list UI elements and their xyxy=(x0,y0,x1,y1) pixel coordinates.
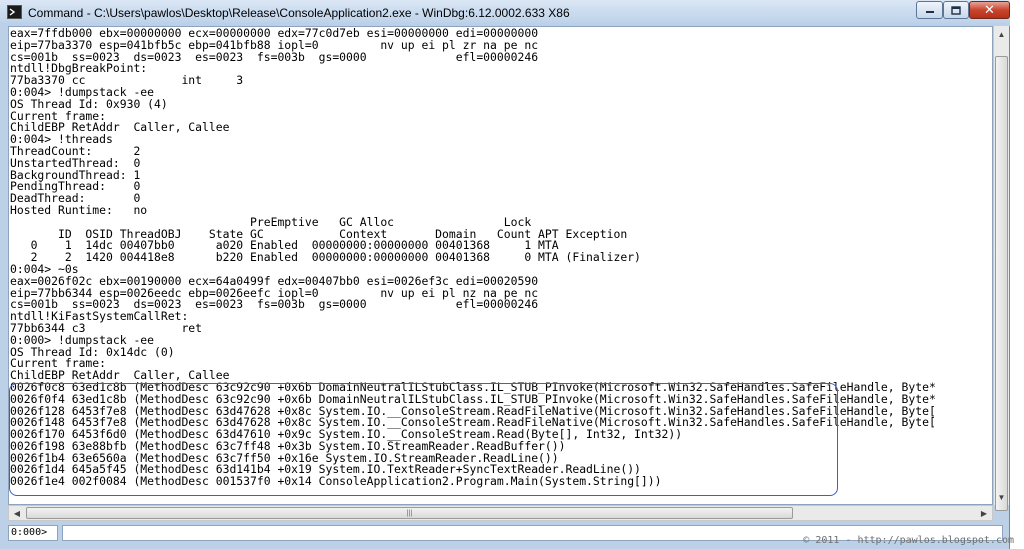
minimize-button[interactable] xyxy=(916,1,943,19)
vertical-scrollbar[interactable]: ▲ ▼ xyxy=(993,26,1009,511)
maximize-icon xyxy=(951,5,961,15)
output-line: 2 2 1420 004418e8 b220 Enabled 00000000:… xyxy=(10,250,641,265)
close-button[interactable]: ✕ xyxy=(969,1,1010,19)
stack-highlight-box xyxy=(9,383,838,496)
close-icon: ✕ xyxy=(984,2,995,18)
scroll-down-icon[interactable]: ▼ xyxy=(994,489,1009,505)
command-prompt: 0:000> xyxy=(8,525,58,541)
scroll-left-icon[interactable]: ◀ xyxy=(9,506,25,520)
window-title: Command - C:\Users\pawlos\Desktop\Releas… xyxy=(28,6,570,20)
console-icon xyxy=(7,5,22,19)
maximize-button[interactable] xyxy=(943,1,969,19)
vertical-scroll-thumb[interactable] xyxy=(995,56,1008,511)
scroll-up-icon[interactable]: ▲ xyxy=(994,26,1009,42)
horizontal-scrollbar[interactable]: ◀ ||| ▶ xyxy=(8,505,993,521)
horizontal-scroll-thumb[interactable]: ||| xyxy=(26,507,793,519)
scroll-right-icon[interactable]: ▶ xyxy=(976,506,992,520)
watermark: © 2011 - http://pawlos.blogspot.com xyxy=(803,535,1014,546)
title-bar[interactable]: Command - C:\Users\pawlos\Desktop\Releas… xyxy=(0,0,1010,26)
minimize-icon xyxy=(925,11,934,13)
